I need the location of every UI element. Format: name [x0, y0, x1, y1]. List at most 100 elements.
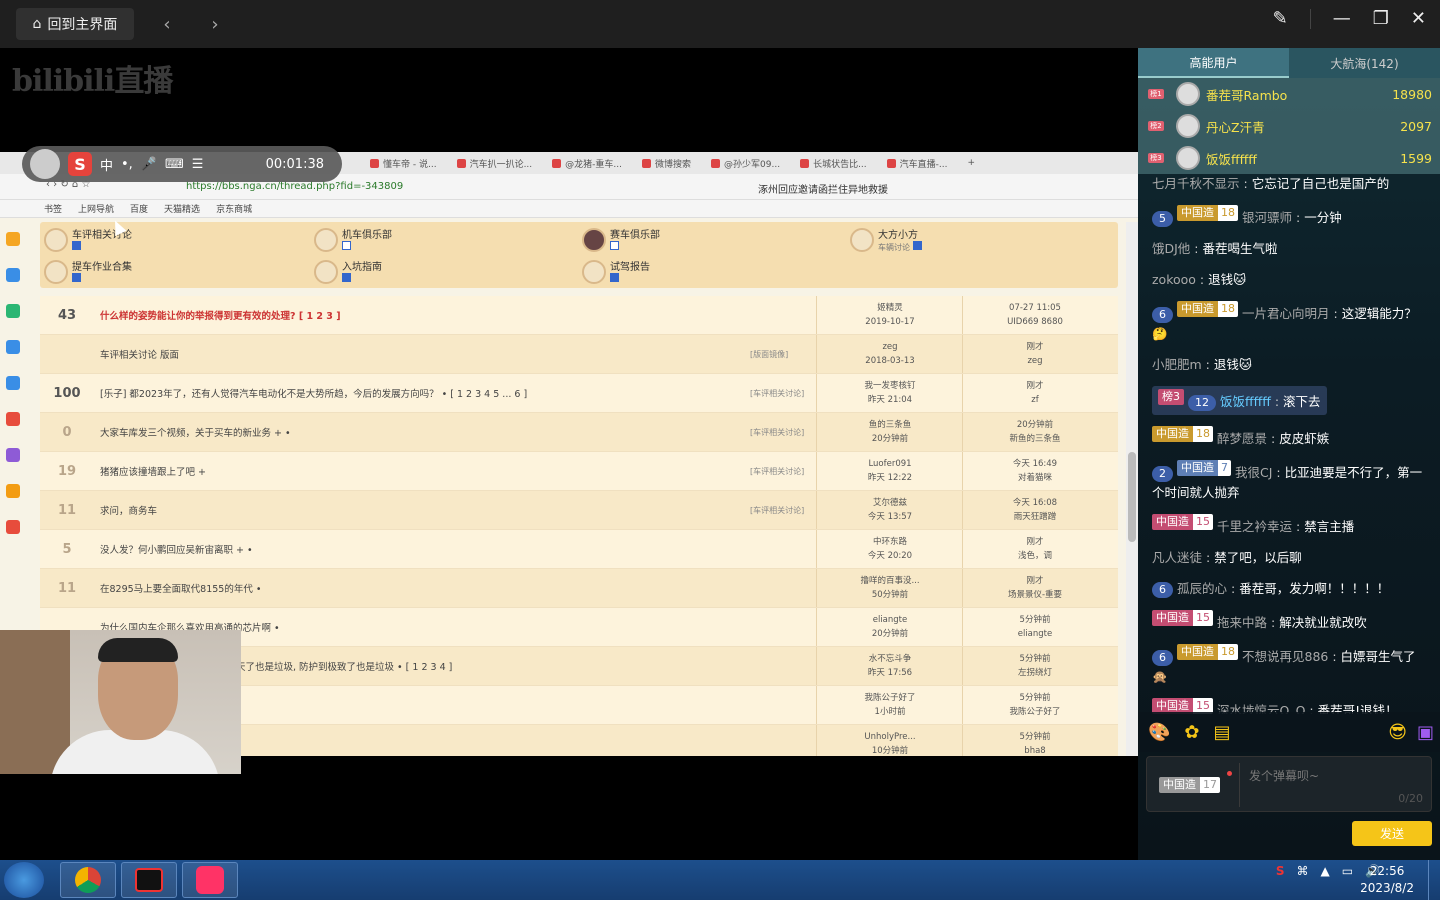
live-side-panel: 高能用户 大航海(142) 榜1 番茬哥Rambo 18980 榜2 丹心Z汗青 209… [1138, 48, 1440, 860]
danmaku-input[interactable]: 发个弹幕呗~ [1249, 767, 1319, 784]
clock-time: 22:56 [1369, 864, 1405, 878]
clock[interactable]: 22:56 2023/8/2 [1360, 863, 1414, 897]
chrome-app-icon[interactable] [60, 862, 116, 898]
cloud-icon[interactable] [6, 376, 20, 390]
close-icon[interactable]: ✕ [1411, 8, 1426, 29]
chat-message: zokooo : 退钱🐱 [1152, 272, 1247, 287]
subforum-item[interactable]: 入坑指南 [314, 258, 382, 285]
home-button[interactable]: ⌂ 回到主界面 [16, 8, 134, 40]
notes-icon[interactable] [6, 448, 20, 462]
bookmark-item[interactable]: 百度 [130, 202, 148, 215]
forward-button[interactable]: › [200, 9, 230, 39]
rank-row[interactable]: 榜2 丹心Z汗青 2097 [1138, 110, 1440, 142]
browser-tab[interactable]: 长城状告比... [800, 157, 867, 170]
show-desktop-button[interactable] [1428, 860, 1440, 900]
tab-high-energy-users[interactable]: 高能用户 [1138, 48, 1289, 78]
thread-row[interactable]: 100 [乐子] 都2023年了，还有人觉得汽车电动化不是大势所趋，今后的发展方向… [40, 374, 1118, 413]
subforum-item[interactable]: 赛车俱乐部 [582, 226, 660, 253]
start-button[interactable] [4, 862, 44, 898]
pdf-icon[interactable] [6, 412, 20, 426]
taskbar: S ⌘ ▲ ▭ 🔊 22:56 2023/8/2 [0, 860, 1440, 900]
back-button[interactable]: ‹ [152, 9, 182, 39]
bookmark-item[interactable]: 上网导航 [78, 202, 114, 215]
ime-tray-icon[interactable]: ⌘ [1296, 864, 1308, 878]
ime-lang[interactable]: 中 [100, 155, 113, 174]
mic-icon[interactable]: 🎤 [141, 157, 157, 172]
avatar [1176, 82, 1200, 106]
maximize-icon[interactable]: ❐ [1373, 8, 1389, 29]
subforum-item[interactable]: 机车俱乐部 [314, 226, 392, 253]
history-icon[interactable] [6, 268, 20, 282]
page-scrollbar[interactable] [1126, 222, 1138, 756]
sogou-icon[interactable]: S [68, 152, 92, 176]
clock-date: 2023/8/2 [1360, 881, 1414, 895]
thread-row[interactable]: 车评相关讨论 版面 [版面镜像] zeg 2018-03-13 刚才 zeg [40, 335, 1118, 374]
new-tab-icon[interactable]: + [968, 158, 976, 168]
ime-punct[interactable]: •, [121, 157, 133, 172]
minimize-icon[interactable]: — [1333, 8, 1351, 29]
thread-row[interactable]: 43 什么样的姿势能让你的举报得到更有效的处理? [ 1 2 3 ] 姬精灵 2019… [40, 296, 1118, 335]
subforum-item[interactable]: 大方小方 车辆讨论 [850, 226, 923, 253]
wechat-icon[interactable] [6, 304, 20, 318]
sogou-tray-icon[interactable]: S [1276, 864, 1285, 878]
browser-tab[interactable]: 汽车直播-... [886, 157, 948, 170]
webcam-feed [0, 630, 241, 774]
panel-tabs: 高能用户 大航海(142) [1138, 48, 1440, 78]
chat-message: 凡人迷徒 : 禁了吧，以后聊 [1152, 550, 1302, 565]
browser-tab[interactable]: 汽车扒一扒论... [456, 157, 532, 170]
emoji-icon[interactable]: 😎 [1388, 722, 1407, 743]
url-field[interactable]: https://bbs.nga.cn/thread.php?fid=-34380… [186, 181, 403, 192]
favorites-icon[interactable] [6, 232, 20, 246]
browser-tab[interactable]: @龙猪-重车... [552, 157, 622, 170]
browser-tab[interactable]: @孙少军09... [711, 157, 780, 170]
chat-message: 饿DJ他 : 番茬喝生气啦 [1152, 241, 1278, 256]
recorder-app-icon[interactable] [121, 862, 177, 898]
avatar [30, 149, 60, 179]
subforum-item[interactable]: 试驾报告 [582, 258, 650, 285]
bilibili-live-logo: bilibili直播 [12, 64, 173, 99]
danmaku-input-box: 中国造 17 发个弹幕呗~ 0/20 [1146, 756, 1432, 812]
home-label: 回到主界面 [47, 17, 118, 33]
thread-row[interactable]: 0 大家车库发三个视频，关于买车的新业务 + • [车评相关讨论] 鱼的三条鱼 20分钟… [40, 413, 1118, 452]
search-field[interactable]: 涿州回应邀请函拦住异地救援 [758, 181, 888, 196]
send-button[interactable]: 发送 [1352, 821, 1432, 846]
bookmark-item[interactable]: 天猫精选 [164, 202, 200, 215]
network-icon[interactable]: ▭ [1342, 864, 1353, 878]
ime-toolbar: S 中 •, 🎤 ⌨ ☰ 00:01:38 [22, 146, 342, 182]
chat-message: 中国造 15 拖来中路 : 解决就业就改吹 [1152, 610, 1426, 633]
palette-icon[interactable]: 🎨 [1148, 722, 1170, 743]
chat-message: 5 中国造 18 银河骠师 : 一分钟 [1152, 205, 1426, 228]
bookmark-item[interactable]: 书签 [44, 202, 62, 215]
forum-content: 车评相关讨论 机车俱乐部 赛车俱乐部 大方小方 车辆讨论 提车作业合集 入坑指南 … [40, 222, 1118, 756]
thread-row[interactable]: 11 求问，商务车 [车评相关讨论] 艾尔德兹 今天 13:57 今天 16:08 雨天狂蹭… [40, 491, 1118, 530]
danmaku-settings-icon[interactable]: ▣ [1417, 722, 1434, 743]
browser-tab[interactable]: 微博搜索 [642, 157, 691, 170]
tab-guards[interactable]: 大航海(142) [1289, 48, 1440, 78]
search-icon[interactable] [6, 484, 20, 498]
skin-icon[interactable]: ☰ [192, 157, 204, 172]
chat-message: 榜3 12 饭饭ffffff : 滚下去 [1152, 386, 1426, 415]
download-icon[interactable] [6, 340, 20, 354]
bookmarks-bar: 书签 上网导航 百度 天猫精选 京东商城 [0, 200, 1138, 218]
thread-row[interactable]: 5 没人发？何小鹏回应吴新宙离职 + • 中环东路 今天 20:20 刚才 浅色，调 [40, 530, 1118, 569]
chat-message: 中国造 15 千里之衿幸运 : 禁言主播 [1152, 514, 1426, 537]
template-icon[interactable]: ▤ [1214, 722, 1231, 743]
gift-icon[interactable]: ✿ [1184, 722, 1199, 743]
subforum-item[interactable]: 提车作业合集 [44, 258, 132, 285]
expand-tray-icon[interactable]: ▲ [1320, 864, 1329, 878]
scroll-thumb[interactable] [1128, 452, 1136, 542]
char-counter: 0/20 [1398, 792, 1423, 805]
avatar [1176, 146, 1200, 170]
rank-row[interactable]: 榜3 饭饭ffffff 1599 [1138, 142, 1440, 174]
browser-tab[interactable]: 懂车帝 - 说... [370, 157, 437, 170]
title-bar: ⌂ 回到主界面 ‹ › ✎ — ❐ ✕ [0, 0, 1440, 48]
keyboard-icon[interactable]: ⌨ [165, 157, 184, 172]
bilibili-app-icon[interactable] [182, 862, 238, 898]
pin-icon[interactable]: ✎ [1273, 8, 1288, 29]
rank-row[interactable]: 榜1 番茬哥Rambo 18980 [1138, 78, 1440, 110]
bookmark-item[interactable]: 京东商城 [216, 202, 252, 215]
thread-row[interactable]: 19 猪猪应该撞墙跟上了吧 + [车评相关讨论] Luofer091 昨天 12:22 今… [40, 452, 1118, 491]
app-icon[interactable] [6, 520, 20, 534]
thread-row[interactable]: 11 在8295马上要全面取代8155的年代 • 撸咩的百事没... 50分钟前 刚才场… [40, 569, 1118, 608]
chat-message: 小肥肥m : 退钱🐱 [1152, 357, 1252, 372]
